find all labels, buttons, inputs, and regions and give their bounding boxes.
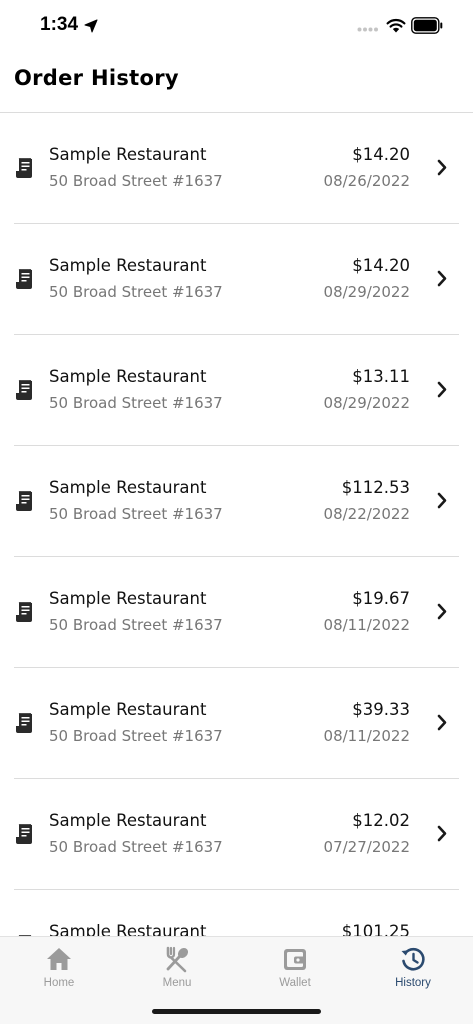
- status-bar: 1:34: [0, 0, 473, 54]
- cellular-signal-icon: [357, 27, 378, 32]
- chevron-right-icon[interactable]: [437, 492, 447, 509]
- order-row[interactable]: Sample Restaurant 50 Broad Street #1637 …: [14, 446, 459, 557]
- restaurant-address: 50 Broad Street #1637: [49, 727, 223, 745]
- order-total: $101.25: [341, 922, 410, 936]
- order-total: $13.11: [352, 367, 410, 386]
- order-date: 08/11/2022: [323, 727, 410, 745]
- restaurant-name: Sample Restaurant: [49, 589, 207, 608]
- order-date: 08/26/2022: [323, 172, 410, 190]
- home-indicator[interactable]: [152, 1009, 321, 1014]
- battery-icon: [411, 17, 443, 34]
- restaurant-address: 50 Broad Street #1637: [49, 616, 223, 634]
- order-total: $14.20: [352, 256, 410, 275]
- order-row[interactable]: Sample Restaurant 50 Broad Street #1637 …: [14, 335, 459, 446]
- order-total: $112.53: [341, 478, 410, 497]
- receipt-icon: [16, 269, 32, 289]
- tab-menu[interactable]: Menu: [118, 937, 236, 997]
- restaurant-name: Sample Restaurant: [49, 256, 207, 275]
- restaurant-name: Sample Restaurant: [49, 367, 207, 386]
- order-total: $12.02: [352, 811, 410, 830]
- tab-home[interactable]: Home: [0, 937, 118, 997]
- order-row[interactable]: Sample Restaurant 50 Broad Street #1637 …: [14, 779, 459, 890]
- order-date: 08/22/2022: [323, 505, 410, 523]
- order-row[interactable]: Sample Restaurant 50 Broad Street #1637 …: [14, 668, 459, 779]
- restaurant-name: Sample Restaurant: [49, 811, 207, 830]
- chevron-right-icon[interactable]: [437, 159, 447, 176]
- receipt-icon: [16, 158, 32, 178]
- chevron-right-icon[interactable]: [437, 825, 447, 842]
- order-total: $39.33: [352, 700, 410, 719]
- receipt-icon: [16, 713, 32, 733]
- wifi-icon: [386, 18, 406, 33]
- chevron-right-icon[interactable]: [437, 714, 447, 731]
- receipt-icon: [16, 602, 32, 622]
- restaurant-name: Sample Restaurant: [49, 145, 207, 164]
- receipt-icon: [16, 491, 32, 511]
- fork-spoon-icon: [166, 946, 189, 973]
- restaurant-address: 50 Broad Street #1637: [49, 838, 223, 856]
- wallet-icon: [284, 949, 306, 970]
- history-icon: [401, 947, 425, 971]
- restaurant-address: 50 Broad Street #1637: [49, 394, 223, 412]
- receipt-icon: [16, 380, 32, 400]
- chevron-right-icon[interactable]: [437, 270, 447, 287]
- tab-history[interactable]: History: [354, 937, 472, 997]
- order-total: $14.20: [352, 145, 410, 164]
- restaurant-name: Sample Restaurant: [49, 478, 207, 497]
- order-date: 08/29/2022: [323, 394, 410, 412]
- location-arrow-icon: [84, 19, 98, 33]
- receipt-icon: [16, 824, 32, 844]
- tab-label: Wallet: [279, 977, 311, 989]
- tab-label: Home: [43, 977, 75, 989]
- restaurant-address: 50 Broad Street #1637: [49, 283, 223, 301]
- chevron-right-icon[interactable]: [437, 603, 447, 620]
- tab-label: Menu: [162, 977, 192, 989]
- page-title: Order History: [14, 66, 179, 90]
- tab-label: History: [395, 977, 431, 989]
- order-row[interactable]: Sample Restaurant 50 Broad Street #1637 …: [14, 557, 459, 668]
- order-date: 07/27/2022: [323, 838, 410, 856]
- order-row[interactable]: Sample Restaurant $101.25: [14, 890, 459, 936]
- chevron-right-icon[interactable]: [437, 381, 447, 398]
- restaurant-address: 50 Broad Street #1637: [49, 172, 223, 190]
- order-row[interactable]: Sample Restaurant 50 Broad Street #1637 …: [14, 224, 459, 335]
- order-list[interactable]: Sample Restaurant 50 Broad Street #1637 …: [0, 113, 473, 936]
- restaurant-name: Sample Restaurant: [49, 700, 207, 719]
- order-total: $19.67: [352, 589, 410, 608]
- order-date: 08/29/2022: [323, 283, 410, 301]
- restaurant-name: Sample Restaurant: [49, 922, 207, 936]
- order-row[interactable]: Sample Restaurant 50 Broad Street #1637 …: [14, 113, 459, 224]
- order-date: 08/11/2022: [323, 616, 410, 634]
- home-icon: [47, 948, 71, 970]
- status-time: 1:34: [40, 14, 79, 35]
- restaurant-address: 50 Broad Street #1637: [49, 505, 223, 523]
- order-history-screen: 1:34 Order History Sample Restaurant 50 …: [0, 0, 473, 1024]
- tab-wallet[interactable]: Wallet: [236, 937, 354, 997]
